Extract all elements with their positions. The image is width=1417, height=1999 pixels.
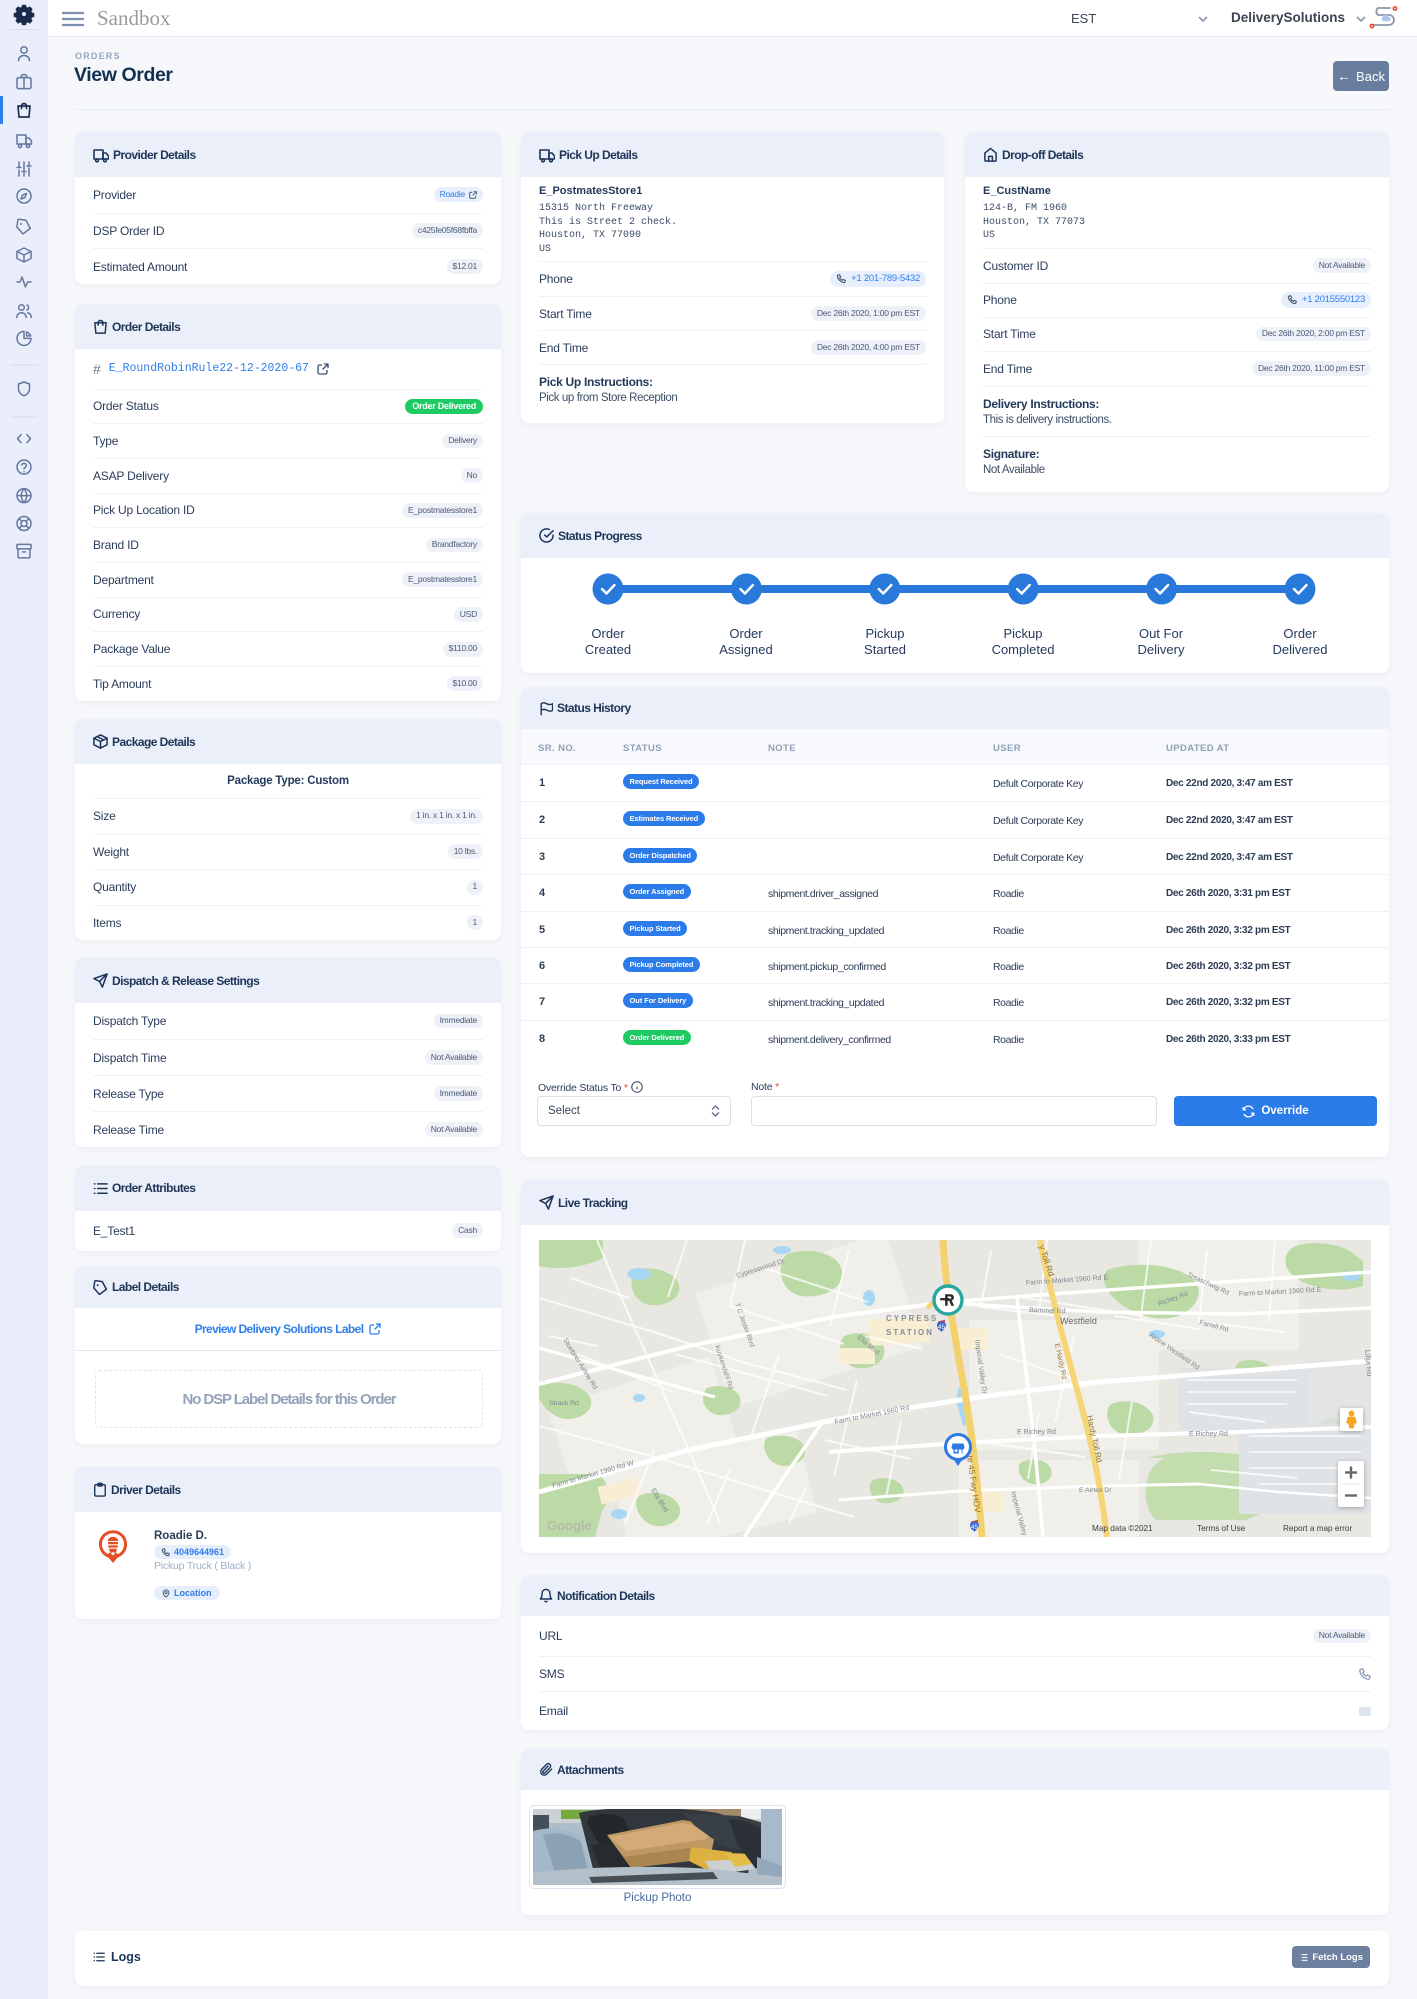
svg-text:45: 45 xyxy=(938,1324,946,1331)
svg-text:Report a map error: Report a map error xyxy=(1283,1524,1352,1533)
svg-text:E Airtex Dr: E Airtex Dr xyxy=(1079,1487,1112,1494)
svg-text:Westfield: Westfield xyxy=(1060,1316,1097,1326)
svg-text:Google: Google xyxy=(547,1518,592,1533)
svg-text:Strack Rd: Strack Rd xyxy=(549,1400,579,1407)
svg-text:STATION: STATION xyxy=(886,1328,934,1337)
svg-text:45: 45 xyxy=(971,1524,979,1531)
svg-text:Terms of Use: Terms of Use xyxy=(1197,1524,1246,1533)
svg-text:E Richey Rd: E Richey Rd xyxy=(1017,1429,1056,1436)
svg-text:Bammel Rd: Bammel Rd xyxy=(1029,1307,1066,1315)
svg-text:CYPRESS: CYPRESS xyxy=(886,1314,938,1323)
svg-text:E Richey Rd: E Richey Rd xyxy=(1189,1431,1228,1438)
svg-text:Map data ©2021: Map data ©2021 xyxy=(1092,1524,1153,1533)
